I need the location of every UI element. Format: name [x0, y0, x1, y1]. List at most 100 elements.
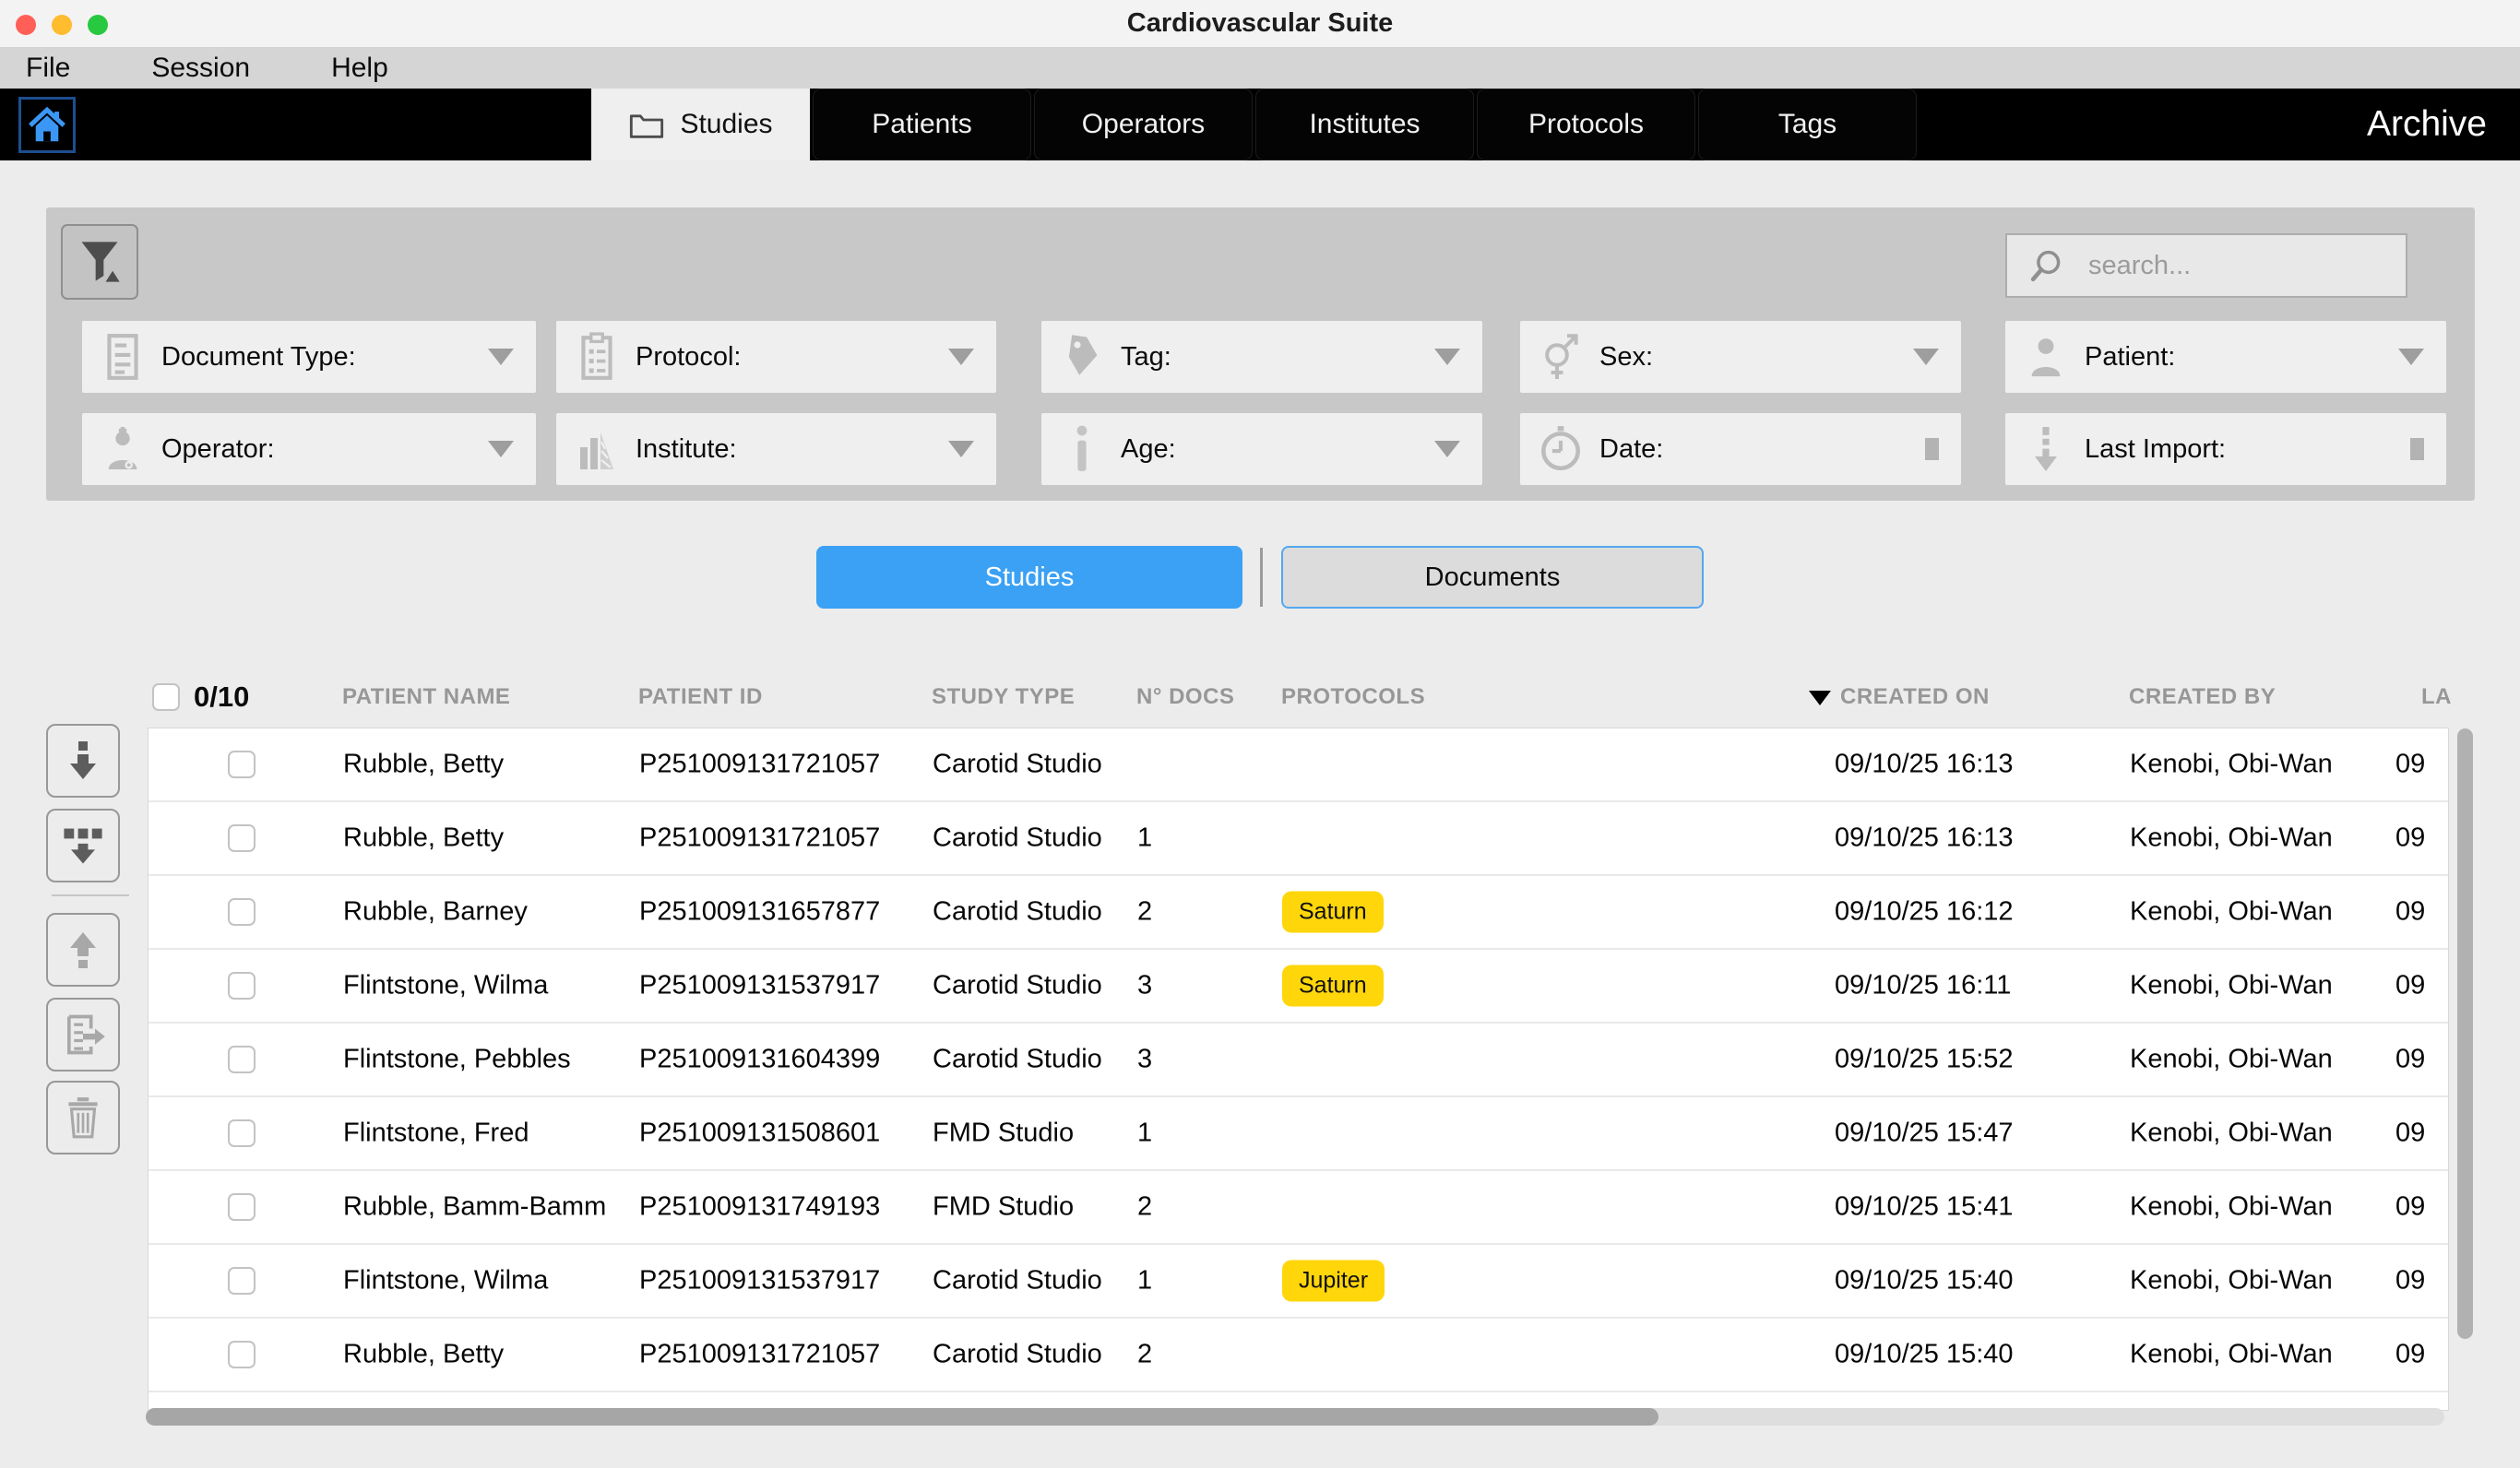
studies-table: Rubble, Betty P251009131721057 Carotid S… [148, 728, 2449, 1411]
row-checkbox[interactable] [228, 1193, 256, 1221]
window-title: Cardiovascular Suite [1127, 8, 1394, 39]
date-picker-indicator-icon [1925, 438, 1939, 460]
tab-protocols[interactable]: Protocols [1477, 89, 1695, 160]
row-checkbox[interactable] [228, 751, 256, 778]
last-col-value: 09 [2395, 897, 2425, 928]
documents-view-button[interactable]: Documents [1281, 546, 1704, 609]
column-header-protocols[interactable]: PROTOCOLS [1281, 684, 1425, 710]
patient-name: Flintstone, Pebbles [343, 1045, 571, 1075]
table-row[interactable]: Rubble, Betty P251009131721057 Carotid S… [149, 728, 2448, 802]
row-checkbox[interactable] [228, 1341, 256, 1368]
row-checkbox[interactable] [228, 972, 256, 1000]
n-docs: 1 [1137, 823, 1152, 854]
created-by: Kenobi, Obi-Wan [2130, 823, 2333, 854]
horizontal-scrollbar-track[interactable] [146, 1408, 2444, 1426]
column-header-n-docs[interactable]: N° DOCS [1136, 684, 1234, 710]
filter-patient[interactable]: Patient: [2005, 321, 2446, 393]
created-on: 09/10/25 15:40 [1835, 1266, 2014, 1296]
filter-operator[interactable]: Operator: [82, 413, 536, 485]
row-checkbox[interactable] [228, 1119, 256, 1147]
filter-sex[interactable]: Sex: [1520, 321, 1961, 393]
study-type: FMD Studio [933, 1192, 1074, 1223]
n-docs: 1 [1137, 1119, 1152, 1149]
filter-document-type[interactable]: Document Type: [82, 321, 536, 393]
created-by: Kenobi, Obi-Wan [2130, 750, 2333, 780]
last-col-value: 09 [2395, 1340, 2425, 1370]
import-study-button[interactable] [46, 724, 120, 798]
study-type: Carotid Studio [933, 1266, 1102, 1296]
nav-tabs: Studies Patients Operators Institutes Pr… [591, 89, 1917, 160]
last-col-value: 09 [2395, 1266, 2425, 1296]
select-all-checkbox[interactable] [152, 683, 180, 711]
column-header-study-type[interactable]: STUDY TYPE [932, 684, 1075, 710]
column-header-created-by[interactable]: CREATED BY [2129, 684, 2276, 710]
vertical-scrollbar[interactable] [2457, 728, 2473, 1339]
filter-last-import[interactable]: Last Import: [2005, 413, 2446, 485]
person-icon [2020, 333, 2072, 381]
column-header-patient-name[interactable]: PATIENT NAME [342, 684, 510, 710]
chevron-down-icon [1434, 349, 1460, 365]
search-input[interactable] [2088, 251, 2393, 281]
minimize-window-button[interactable] [52, 15, 72, 35]
chevron-down-icon [2398, 349, 2424, 365]
table-row[interactable]: Flintstone, Wilma P251009131537917 Carot… [149, 1245, 2448, 1319]
close-window-button[interactable] [16, 15, 36, 35]
tab-label: Operators [1082, 109, 1205, 140]
row-checkbox[interactable] [228, 1267, 256, 1295]
filter-tag[interactable]: Tag: [1041, 321, 1482, 393]
table-row[interactable]: Flintstone, Fred P251009131508601 FMD St… [149, 1097, 2448, 1171]
filter-label: Institute: [636, 434, 948, 465]
zoom-window-button[interactable] [88, 15, 108, 35]
tab-tags[interactable]: Tags [1698, 89, 1917, 160]
filter-toggle-button[interactable] [61, 224, 138, 300]
row-checkbox[interactable] [228, 898, 256, 926]
tab-operators[interactable]: Operators [1034, 89, 1253, 160]
table-row[interactable]: Flintstone, Pebbles P251009131604399 Car… [149, 1024, 2448, 1097]
tab-institutes[interactable]: Institutes [1255, 89, 1474, 160]
column-header-created-on[interactable]: CREATED ON [1809, 684, 1990, 710]
menu-help[interactable]: Help [331, 53, 388, 84]
tab-patients[interactable]: Patients [813, 89, 1031, 160]
table-row[interactable]: Rubble, Bamm-Bamm P251009131749193 FMD S… [149, 1171, 2448, 1245]
table-row[interactable]: Flintstone, Wilma P251009131537917 Carot… [149, 950, 2448, 1024]
menu-file[interactable]: File [26, 53, 70, 84]
column-header-last[interactable]: LA [2421, 684, 2452, 710]
import-batch-icon [59, 822, 107, 870]
table-row[interactable]: Rubble, Betty P251009131721057 Carotid S… [149, 802, 2448, 876]
study-type: Carotid Studio [933, 823, 1102, 854]
menu-session[interactable]: Session [151, 53, 250, 84]
home-button[interactable] [18, 97, 76, 153]
filter-label: Date: [1599, 434, 1925, 465]
tab-label: Protocols [1528, 109, 1644, 140]
patient-id: P251009131721057 [639, 823, 880, 854]
last-col-value: 09 [2395, 823, 2425, 854]
filter-protocol[interactable]: Protocol: [556, 321, 996, 393]
study-type: Carotid Studio [933, 750, 1102, 780]
upload-button[interactable] [46, 913, 120, 987]
menubar: File Session Help [0, 48, 2520, 89]
filter-label: Protocol: [636, 342, 948, 373]
horizontal-scrollbar-thumb[interactable] [146, 1408, 1658, 1426]
filter-label: Sex: [1599, 342, 1913, 373]
import-batch-button[interactable] [46, 809, 120, 882]
row-checkbox[interactable] [228, 824, 256, 852]
tab-studies[interactable]: Studies [591, 89, 810, 160]
search-icon [2027, 246, 2066, 285]
tab-label: Institutes [1309, 109, 1420, 140]
export-button[interactable] [46, 998, 120, 1071]
table-row[interactable]: Rubble, Betty P251009131721057 Carotid S… [149, 1319, 2448, 1392]
studies-view-button[interactable]: Studies [816, 546, 1242, 609]
archive-label[interactable]: Archive [2367, 89, 2487, 160]
filter-date[interactable]: Date: [1520, 413, 1961, 485]
column-header-patient-id[interactable]: PATIENT ID [638, 684, 763, 710]
delete-button[interactable] [46, 1081, 120, 1154]
chevron-down-icon [488, 441, 514, 457]
import-arrow-icon [2020, 424, 2072, 474]
table-header: 0/10 PATIENT NAME PATIENT ID STUDY TYPE … [0, 669, 2520, 725]
table-row[interactable]: Rubble, Barney P251009131657877 Carotid … [149, 876, 2448, 950]
row-checkbox[interactable] [228, 1046, 256, 1073]
trash-icon [60, 1095, 106, 1141]
filter-age[interactable]: Age: [1041, 413, 1482, 485]
folder-icon [628, 109, 665, 140]
filter-institute[interactable]: Institute: [556, 413, 996, 485]
